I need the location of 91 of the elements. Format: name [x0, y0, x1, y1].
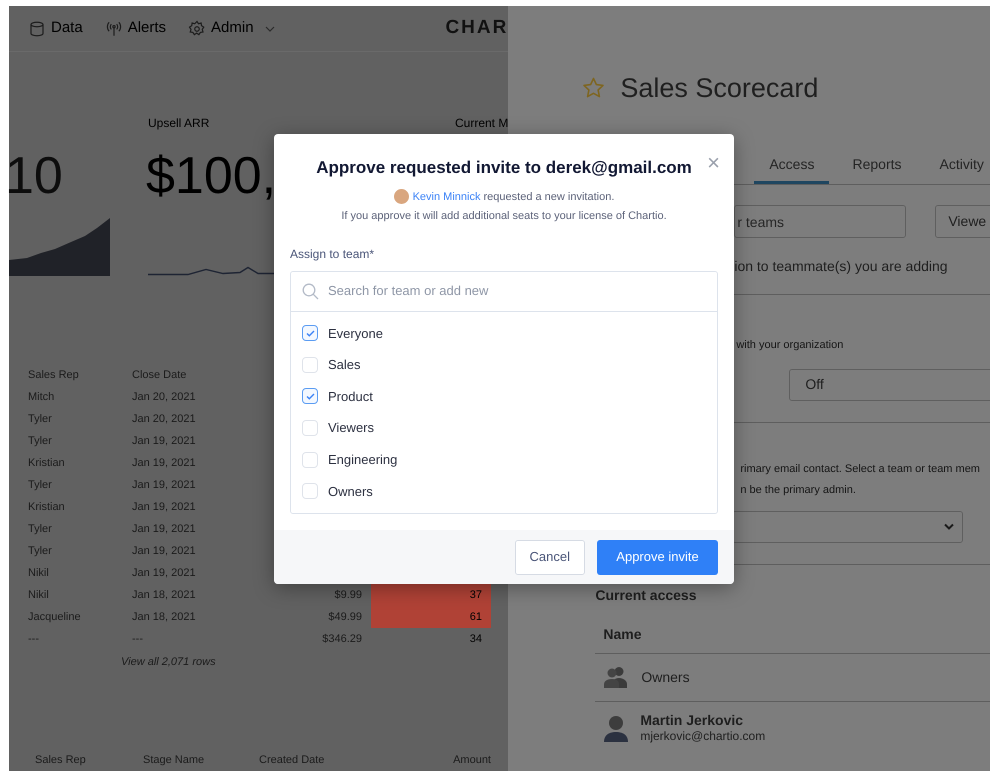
table-cell: 37	[371, 584, 491, 606]
table-cell-text: Jan 19, 2021	[132, 478, 197, 493]
table-cell-text: 34	[468, 632, 483, 647]
table-cell-text: Jan 19, 2021	[132, 544, 197, 559]
column-header: Amount	[452, 752, 491, 768]
view-all-link[interactable]: View all 2,071 rows	[28, 654, 508, 670]
table-cell-text: Jan 19, 2021	[132, 500, 197, 515]
column-header: Sales Rep	[35, 752, 87, 768]
chevron-down-icon	[944, 523, 954, 530]
star-icon[interactable]	[581, 76, 606, 100]
request-message: Kevin Minnick requested a new invitation.	[412, 190, 614, 204]
primary-admin-select[interactable]	[732, 510, 964, 542]
table-cell-text: Nikil	[28, 566, 50, 581]
member-email: mjerkovic@chartio.com	[640, 728, 766, 744]
invite-search-field[interactable]: r teams	[734, 205, 906, 238]
chevron-down-icon	[264, 26, 275, 32]
approve-invite-button[interactable]: Approve invite	[597, 540, 718, 574]
table-cell-text: Tyler	[28, 522, 53, 537]
column-header: Sales Rep	[28, 368, 80, 383]
table-cell-text: $9.99	[333, 588, 362, 603]
table-cell: 61	[371, 606, 491, 628]
table-cell-text: Jan 18, 2021	[132, 588, 197, 603]
kpi-label: Upsell ARR	[148, 115, 210, 132]
table-cell-text: Mitch	[28, 390, 56, 405]
search-icon	[302, 282, 319, 300]
user-avatar	[394, 189, 409, 204]
table-cell-text: ---	[132, 632, 144, 647]
page-title: Sales Scorecard	[620, 72, 818, 105]
team-option[interactable]: Owners	[302, 475, 379, 508]
table-cell-text: Tyler	[28, 412, 53, 427]
table-cell-text: Jan 19, 2021	[132, 522, 197, 537]
nav-link[interactable]: Data	[28, 17, 83, 40]
cancel-button[interactable]: Cancel	[514, 540, 585, 574]
table-cell-text: Jan 20, 2021	[132, 390, 197, 405]
logo-text: CHAR	[445, 16, 508, 40]
tab[interactable]: Access	[754, 148, 830, 184]
column-header: Created Date	[259, 752, 326, 768]
close-button[interactable]: ×	[707, 152, 720, 174]
checkbox[interactable]	[302, 325, 318, 342]
table-cell-text: Jacqueline	[28, 610, 82, 625]
requester-link[interactable]: Kevin Minnick	[412, 190, 480, 202]
table-cell-text: Tyler	[28, 544, 53, 559]
team-option[interactable]: Product	[302, 380, 379, 412]
antenna-icon	[104, 20, 123, 38]
team-option[interactable]: Engineering	[302, 444, 404, 476]
table-cell-text: Kristian	[28, 500, 66, 515]
field-label: Assign to team*	[290, 246, 376, 262]
tab[interactable]: Reports	[837, 148, 916, 184]
kpi-value: $100,	[146, 148, 276, 204]
sharing-select[interactable]: Off	[789, 368, 990, 400]
table-cell-text: $346.29	[321, 632, 362, 647]
settings-icon	[188, 20, 206, 38]
team-icon	[604, 666, 630, 688]
table-cell-text: Kristian	[28, 456, 66, 471]
column-header: Name	[602, 624, 642, 644]
member-name: Owners	[641, 668, 690, 686]
table-cell-text: ---	[28, 632, 40, 647]
checkbox[interactable]	[302, 388, 318, 404]
table-cell-text: Jan 19, 2021	[132, 434, 197, 449]
section-heading: Current access	[594, 586, 698, 604]
nav-link[interactable]: Admin	[188, 17, 275, 40]
team-option[interactable]: Viewers	[302, 412, 380, 444]
column-header: Stage Name	[143, 752, 206, 768]
dialog-title: Approve requested invite to derek@gmail.com	[316, 157, 692, 179]
tab[interactable]: Activity	[924, 148, 990, 184]
team-option[interactable]: Sales	[302, 349, 367, 381]
table-cell-text: Jan 19, 2021	[132, 456, 197, 471]
table-cell-text: Jan 19, 2021	[132, 566, 197, 581]
team-search-field[interactable]: Search for team or add new	[328, 281, 717, 301]
user-avatar	[604, 714, 628, 742]
table-cell-text: Nikil	[28, 588, 50, 603]
checkmark-icon	[306, 392, 314, 400]
primary-admin-text: rimary email contact. Select a team or team mem	[740, 462, 981, 476]
approval-note: If you approve it will add additional seats to your license of Chartio.	[341, 209, 667, 224]
invite-note: ion to teammate(s) you are adding	[733, 257, 949, 276]
sharing-hint: with your organization	[735, 338, 844, 353]
role-dropdown[interactable]: Viewe	[935, 205, 990, 238]
kpi-label: Current M	[455, 115, 508, 132]
nav-link[interactable]: Alerts	[104, 17, 166, 40]
table-cell-text: Tyler	[28, 478, 53, 493]
table-cell-text: $49.99	[327, 610, 362, 625]
database-icon	[28, 20, 46, 38]
column-header: Close Date	[132, 368, 188, 383]
team-option[interactable]: Everyone	[302, 318, 389, 350]
table-cell-text: Jan 18, 2021	[132, 610, 197, 625]
table-cell-text: Jan 20, 2021	[132, 412, 197, 427]
table-cell-text: Tyler	[28, 434, 53, 449]
primary-admin-text: n be the primary admin.	[740, 482, 857, 498]
checkmark-icon	[306, 330, 314, 337]
member-name: Martin Jerkovic	[640, 712, 744, 728]
kpi-value: 10	[5, 148, 64, 204]
